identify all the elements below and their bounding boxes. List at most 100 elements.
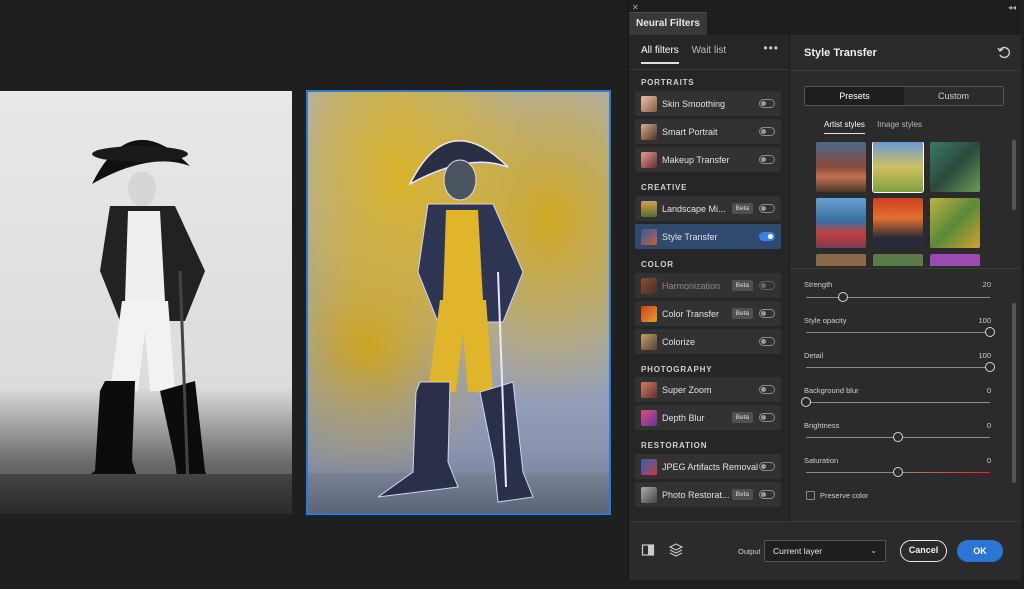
- output-select[interactable]: Current layer ⌄: [764, 540, 886, 562]
- color-transfer-toggle[interactable]: [759, 309, 775, 318]
- original-figure: [60, 139, 215, 501]
- filter-smart-portrait[interactable]: Smart Portrait: [635, 119, 781, 144]
- panel-tab-neural-filters[interactable]: Neural Filters: [629, 12, 707, 35]
- super-zoom-toggle[interactable]: [759, 385, 775, 394]
- section-color: COLOR: [641, 260, 674, 269]
- filter-makeup-transfer[interactable]: Makeup Transfer: [635, 147, 781, 172]
- saturation-label: Saturation: [804, 456, 839, 465]
- segment-presets[interactable]: Presets: [805, 87, 904, 105]
- style-transfer-toggle[interactable]: [759, 232, 775, 241]
- makeup-transfer-toggle[interactable]: [759, 155, 775, 164]
- beta-badge: Beta: [731, 280, 753, 291]
- filter-list: All filters Wait list ••• PORTRAITS Skin…: [629, 35, 789, 521]
- brightness-label: Brightness: [804, 421, 840, 430]
- preset-custom-switch: Presets Custom: [804, 86, 1004, 106]
- style-transfer-thumb-icon: [641, 228, 657, 245]
- saturation-slider[interactable]: [893, 467, 903, 477]
- style-thumbnail[interactable]: [816, 142, 866, 192]
- depth-blur-toggle[interactable]: [759, 413, 775, 422]
- layers-icon[interactable]: [669, 543, 683, 557]
- reset-icon[interactable]: [997, 45, 1011, 59]
- show-original-icon[interactable]: [641, 543, 655, 557]
- neural-filters-panel: ✕ ◂◂ Neural Filters All filters Wait lis…: [628, 0, 1021, 580]
- original-photo: [0, 91, 292, 514]
- style-thumbnail[interactable]: [872, 142, 924, 193]
- background-blur-value: 0: [986, 386, 991, 395]
- detail-slider[interactable]: [985, 362, 995, 372]
- landscape-mixer-thumb-icon: [641, 200, 657, 217]
- style-thumbnail[interactable]: [930, 254, 980, 266]
- preserve-color-label: Preserve color: [820, 491, 869, 500]
- filter-photo-restoration[interactable]: Photo Restorat... Beta: [635, 482, 781, 507]
- filter-color-transfer[interactable]: Color Transfer Beta: [635, 301, 781, 326]
- colorize-toggle[interactable]: [759, 337, 775, 346]
- segment-custom[interactable]: Custom: [904, 87, 1003, 105]
- strength-value: 20: [982, 280, 991, 289]
- photo-restoration-toggle[interactable]: [759, 490, 775, 499]
- strength-track[interactable]: [806, 297, 990, 298]
- tab-wait-list[interactable]: Wait list: [692, 45, 727, 56]
- style-thumbnail-grid: [816, 142, 982, 266]
- filter-landscape-mixer[interactable]: Landscape Mi... Beta: [635, 196, 781, 221]
- style-opacity-slider[interactable]: [985, 327, 995, 337]
- collapse-icon[interactable]: ◂◂: [1008, 3, 1016, 12]
- detail-value: 100: [978, 351, 991, 360]
- beta-badge: Beta: [731, 412, 753, 423]
- filter-depth-blur[interactable]: Depth Blur Beta: [635, 405, 781, 430]
- style-opacity-track[interactable]: [806, 332, 990, 333]
- background-blur-track[interactable]: [806, 402, 990, 403]
- tab-image-styles[interactable]: Image styles: [877, 120, 922, 129]
- panel-footer: Output Current layer ⌄ Cancel OK: [629, 521, 1021, 580]
- detail-track[interactable]: [806, 367, 990, 368]
- beta-badge: Beta: [731, 489, 753, 500]
- smart-portrait-toggle[interactable]: [759, 127, 775, 136]
- background-blur-slider[interactable]: [801, 397, 811, 407]
- super-zoom-thumb-icon: [641, 381, 657, 398]
- skin-smoothing-toggle[interactable]: [759, 99, 775, 108]
- saturation-value: 0: [986, 456, 991, 465]
- brightness-value: 0: [986, 421, 991, 430]
- styled-preview-photo: [306, 90, 611, 515]
- document-canvas[interactable]: [0, 0, 628, 589]
- tab-artist-styles[interactable]: Artist styles: [824, 120, 865, 134]
- output-label: Output: [738, 547, 761, 556]
- strength-label: Strength: [804, 280, 833, 289]
- brightness-slider[interactable]: [893, 432, 903, 442]
- tab-all-filters[interactable]: All filters: [641, 45, 679, 64]
- ok-button[interactable]: OK: [957, 540, 1003, 562]
- makeup-transfer-thumb-icon: [641, 151, 657, 168]
- skin-smoothing-thumb-icon: [641, 95, 657, 112]
- section-restoration: RESTORATION: [641, 441, 708, 450]
- filter-style-transfer[interactable]: Style Transfer: [635, 224, 781, 249]
- strength-slider[interactable]: [837, 292, 848, 302]
- style-thumbnail[interactable]: [930, 142, 980, 192]
- filter-skin-smoothing[interactable]: Skin Smoothing: [635, 91, 781, 116]
- settings-scrollbar[interactable]: [1012, 303, 1016, 483]
- landscape-mixer-toggle[interactable]: [759, 204, 775, 213]
- filter-jpeg-artifacts-removal[interactable]: JPEG Artifacts Removal: [635, 454, 781, 479]
- harmonization-toggle[interactable]: [759, 281, 775, 290]
- filter-harmonization[interactable]: Harmonization Beta: [635, 273, 781, 298]
- harmonization-thumb-icon: [641, 277, 657, 294]
- depth-blur-thumb-icon: [641, 409, 657, 426]
- style-thumbnail[interactable]: [873, 254, 923, 266]
- filter-settings: Style Transfer Presets Custom Artist sty…: [789, 35, 1021, 521]
- preserve-color-checkbox[interactable]: [806, 491, 815, 500]
- section-photography: PHOTOGRAPHY: [641, 365, 713, 374]
- filter-colorize[interactable]: Colorize: [635, 329, 781, 354]
- jpeg-artifacts-toggle[interactable]: [759, 462, 775, 471]
- style-thumbnail[interactable]: [873, 198, 923, 248]
- filter-super-zoom[interactable]: Super Zoom: [635, 377, 781, 402]
- photo-restoration-thumb-icon: [641, 486, 657, 503]
- cancel-button[interactable]: Cancel: [900, 540, 947, 562]
- filter-tabs: All filters Wait list: [641, 45, 736, 64]
- more-options-icon[interactable]: •••: [763, 41, 779, 55]
- style-thumbnail[interactable]: [816, 254, 866, 266]
- detail-label: Detail: [804, 351, 824, 360]
- close-icon[interactable]: ✕: [632, 3, 639, 12]
- style-thumbnail[interactable]: [816, 198, 866, 248]
- style-thumbnail[interactable]: [930, 198, 980, 248]
- styled-figure: [377, 140, 534, 503]
- style-grid-scrollbar[interactable]: [1012, 140, 1016, 210]
- settings-title: Style Transfer: [804, 47, 877, 59]
